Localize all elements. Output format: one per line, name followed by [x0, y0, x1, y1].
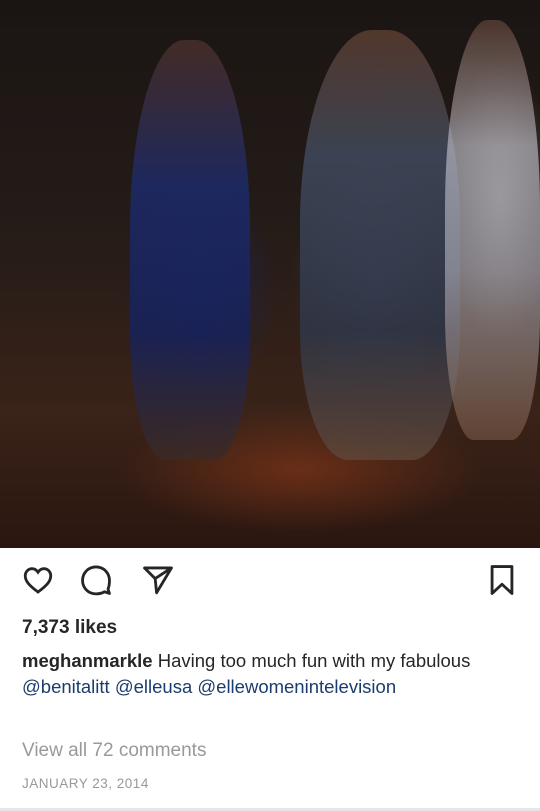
heart-icon [23, 567, 53, 594]
photo-person-center [300, 30, 460, 460]
mention-link[interactable]: @elleusa [115, 676, 192, 697]
mention-link[interactable]: @benitalitt [22, 676, 110, 697]
save-button[interactable] [482, 560, 522, 600]
like-button[interactable] [18, 560, 58, 600]
like-count[interactable]: 7,373 likes [22, 617, 117, 639]
caption-username[interactable]: meghanmarkle [22, 650, 153, 671]
send-icon [143, 566, 173, 595]
action-bar [0, 560, 540, 604]
photo-person-background [445, 20, 540, 440]
comment-icon [81, 565, 111, 596]
post-caption: meghanmarkle Having too much fun with my… [22, 648, 522, 700]
share-button[interactable] [138, 560, 178, 600]
photo-person-left [130, 40, 250, 460]
post-date: JANUARY 23, 2014 [22, 776, 149, 791]
comment-button[interactable] [76, 560, 116, 600]
caption-text: Having too much fun with my fabulous [157, 650, 471, 671]
mention-link[interactable]: @ellewomenintelevision [197, 676, 396, 697]
view-comments-link[interactable]: View all 72 comments [22, 740, 206, 762]
post-photo[interactable] [0, 0, 540, 548]
bookmark-icon [490, 565, 514, 595]
